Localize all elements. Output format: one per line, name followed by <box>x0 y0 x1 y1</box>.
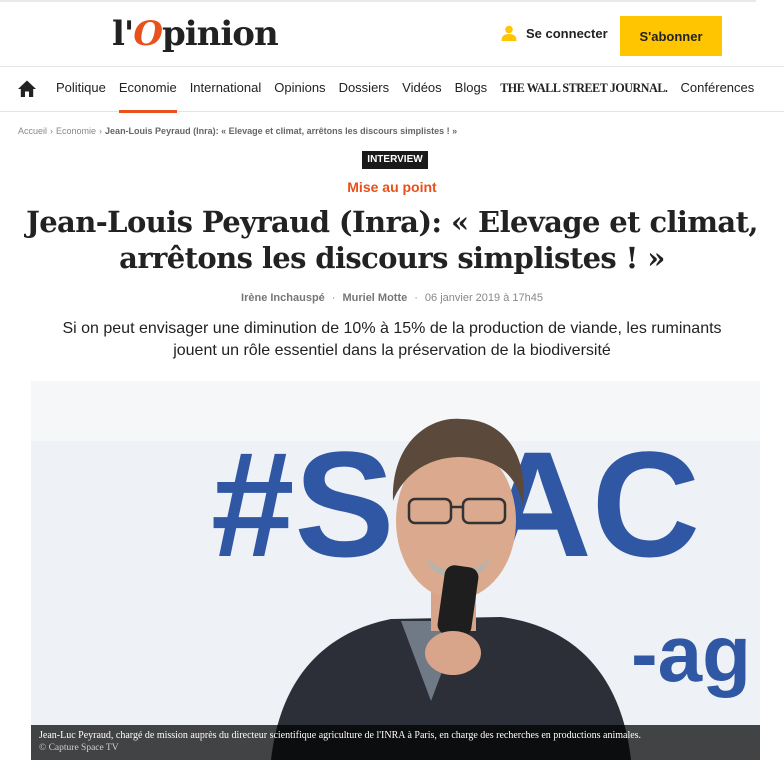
nav-item-politique[interactable]: Politique <box>56 67 106 111</box>
nav-list: Politique Economie International Opinion… <box>56 66 767 113</box>
nav-item-opinions[interactable]: Opinions <box>274 67 325 111</box>
nav-item-economie[interactable]: Economie <box>118 67 177 113</box>
logo-prefix: l' <box>112 14 134 54</box>
photo-credit: © Capture Space TV <box>39 743 119 753</box>
breadcrumb-separator: › <box>99 126 103 136</box>
breadcrumb-separator: › <box>50 126 54 136</box>
breadcrumb-section[interactable]: Economie <box>56 126 96 136</box>
nav-item-wsj[interactable]: THE WALL STREET JOURNAL. <box>500 66 668 112</box>
site-header: l'Opinion Se connecter S'abonner <box>0 2 784 64</box>
login-label: Se connecter <box>526 25 608 41</box>
site-logo[interactable]: l'Opinion <box>112 14 279 54</box>
logo-suffix: pinion <box>161 14 279 54</box>
photo-banner-sub: -ag <box>631 609 751 698</box>
home-icon[interactable] <box>17 79 37 99</box>
logo-o: O <box>133 14 163 54</box>
subscribe-button[interactable]: S'abonner <box>620 16 722 56</box>
nav-item-conferences[interactable]: Conférences <box>681 67 755 111</box>
article-date: 06 janvier 2019 à 17h45 <box>424 292 543 304</box>
author-name[interactable]: Muriel Motte <box>342 292 407 304</box>
user-icon <box>501 25 517 41</box>
byline-separator: · <box>331 292 336 304</box>
nav-item-videos[interactable]: Vidéos <box>402 67 442 111</box>
article-title: Jean-Louis Peyraud (Inra): « Elevage et … <box>20 204 764 276</box>
nav-item-dossiers[interactable]: Dossiers <box>339 67 390 111</box>
nav-item-international[interactable]: International <box>190 67 262 111</box>
author-name[interactable]: Irène Inchauspé <box>241 292 325 304</box>
article-lead: Si on peut envisager une diminution de 1… <box>14 318 770 362</box>
breadcrumb-current: Jean-Louis Peyraud (Inra): « Elevage et … <box>105 126 458 136</box>
article-badge: INTERVIEW <box>362 151 428 169</box>
lead-line-2: jouent un rôle essentiel dans la préserv… <box>173 342 611 359</box>
breadcrumb-home[interactable]: Accueil <box>18 126 47 136</box>
breadcrumb: Accueil › Economie › Jean-Louis Peyraud (Inr… <box>18 126 457 136</box>
title-line-1: Jean-Louis Peyraud (Inra): « Elevage et … <box>26 205 758 239</box>
article-byline: Irène Inchauspé · Muriel Motte · 06 janvier … <box>0 292 784 304</box>
article-photo[interactable]: #SPAC -ag Jean-Luc Peyraud, chargé de mi… <box>31 381 760 760</box>
title-line-2: arrêtons les discours simplistes ! » <box>119 241 665 275</box>
main-nav: Politique Economie International Opinion… <box>0 66 784 113</box>
byline-separator: · <box>414 292 418 304</box>
lead-line-1: Si on peut envisager une diminution de 1… <box>62 320 722 337</box>
login-link[interactable]: Se connecter <box>500 24 608 42</box>
caption-text: Jean-Luc Peyraud, chargé de mission aupr… <box>39 730 642 741</box>
article-kicker: Mise au point <box>347 179 437 195</box>
photo-illustration: #SPAC -ag <box>31 381 760 760</box>
photo-caption: Jean-Luc Peyraud, chargé de mission aupr… <box>31 725 760 760</box>
nav-item-blogs[interactable]: Blogs <box>455 67 488 111</box>
